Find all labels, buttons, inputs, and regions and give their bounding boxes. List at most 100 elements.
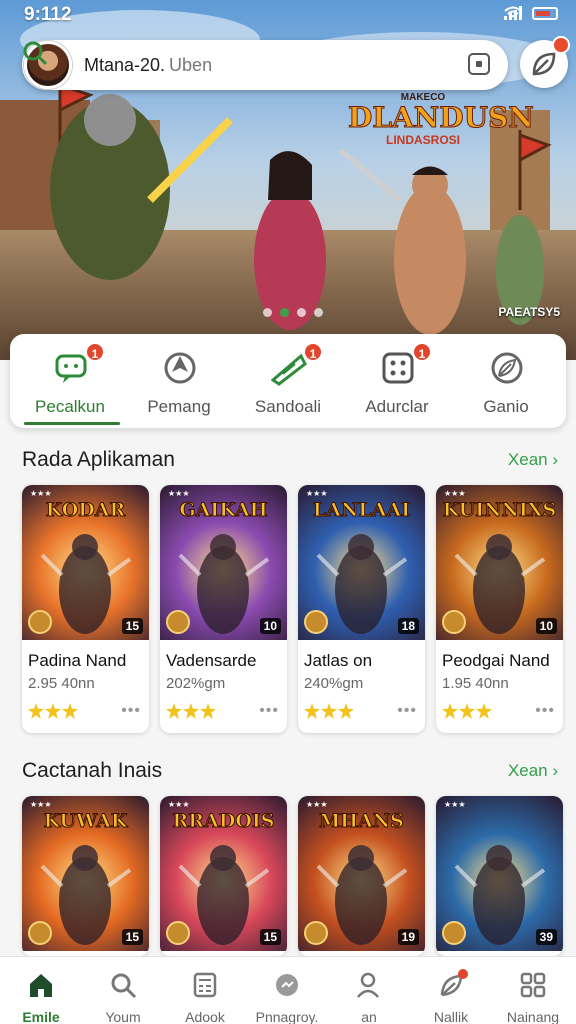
app-card[interactable]: ★★★ 39 bbox=[436, 796, 563, 956]
coin-icon bbox=[28, 610, 52, 634]
star-icon bbox=[304, 703, 320, 719]
search-field[interactable]: Mtana-20. Uben bbox=[84, 55, 212, 76]
coin-icon bbox=[304, 610, 328, 634]
dice-icon bbox=[380, 350, 416, 386]
tab-adurclar[interactable]: 1 Adurclar bbox=[342, 334, 452, 428]
age-rating: 10 bbox=[259, 618, 281, 634]
coin-icon bbox=[442, 610, 466, 634]
star-icon bbox=[442, 703, 458, 719]
more-label: Xean bbox=[507, 761, 548, 780]
nav-item-adook[interactable]: Adook bbox=[164, 957, 246, 1024]
app-thumbnail: ★★★ RRADOIS 15 bbox=[160, 796, 287, 951]
nav-label: Emile bbox=[22, 1009, 60, 1024]
thumbnail-publisher-mark: ★★★ bbox=[306, 489, 328, 498]
app-name: Padina Nand bbox=[28, 651, 127, 670]
star-icon bbox=[183, 703, 199, 719]
compass-icon bbox=[162, 350, 198, 386]
tab-label: Pemang bbox=[147, 397, 211, 416]
app-thumbnail: ★★★ GAIKAH 10 bbox=[160, 485, 287, 640]
app-size: 2.95 40nn bbox=[28, 675, 95, 692]
app-card[interactable]: ★★★ LANLAAI 18 Jatlas on 240%gm ••• bbox=[298, 485, 425, 733]
tab-label: Pecalkun bbox=[35, 397, 105, 416]
carousel-dot[interactable] bbox=[263, 308, 272, 317]
tab-pemang[interactable]: Pemang bbox=[124, 334, 234, 428]
thumbnail-title: RRADOIS bbox=[172, 810, 275, 833]
carousel-dot[interactable] bbox=[280, 308, 289, 317]
search-bar[interactable]: Mtana-20. Uben bbox=[22, 40, 508, 90]
thumbnail-title: KUWAK bbox=[43, 810, 128, 833]
nav-item-youm[interactable]: Youm bbox=[82, 957, 164, 1024]
app-thumbnail: ★★★ KUWAK 15 bbox=[22, 796, 149, 951]
section-more-link-recommended[interactable]: Xean › bbox=[508, 450, 558, 470]
app-name: Vadensarde bbox=[166, 651, 257, 670]
star-icon bbox=[476, 703, 492, 719]
app-card[interactable]: ★★★ RRADOIS 15 bbox=[160, 796, 287, 956]
nav-label: an bbox=[361, 1009, 377, 1024]
app-size: 240%gm bbox=[304, 675, 364, 692]
nav-item-an[interactable]: an bbox=[328, 957, 410, 1024]
rating-stars bbox=[442, 703, 492, 719]
section-title-category: Cactanah Inais bbox=[22, 759, 163, 782]
app-card[interactable]: ★★★ KUWAK 15 bbox=[22, 796, 149, 956]
app-thumbnail: ★★★ 39 bbox=[436, 796, 563, 951]
app-thumbnail: ★★★ KUINNIXS 10 bbox=[436, 485, 563, 640]
chat-bubble-icon bbox=[53, 350, 89, 386]
more-label: Xean bbox=[507, 450, 548, 469]
coin-icon bbox=[166, 921, 190, 945]
nav-item-pnnagroy[interactable]: Pnnagroy. bbox=[246, 957, 328, 1024]
age-rating: 19 bbox=[397, 929, 419, 945]
thumbnail-title: GAIKAH bbox=[179, 499, 268, 522]
carousel-dot[interactable] bbox=[314, 308, 323, 317]
nav-item-nainang[interactable]: Nainang bbox=[492, 957, 574, 1024]
rating-stars bbox=[166, 703, 216, 719]
tab-label: Sandoali bbox=[254, 397, 322, 416]
more-options-icon[interactable]: ••• bbox=[535, 703, 555, 719]
section-title-recommended: Rada Aplikaman bbox=[22, 448, 175, 471]
thumbnail-publisher-mark: ★★★ bbox=[444, 489, 466, 498]
status-time: 9:112 bbox=[24, 4, 72, 25]
tab-ganio[interactable]: Ganio bbox=[451, 334, 561, 428]
section-more-link-category[interactable]: Xean › bbox=[508, 761, 558, 781]
tab-label: Ganio bbox=[483, 397, 529, 416]
app-card[interactable]: ★★★ KUINNIXS 10 Peodgai Nand 1.95 40nn ••• bbox=[436, 485, 563, 733]
tab-sandoali[interactable]: 1 Sandoali bbox=[233, 334, 343, 428]
nav-item-nallik[interactable]: Nallik bbox=[410, 957, 492, 1024]
hero-logo-sub: LINDASROSI bbox=[385, 133, 460, 147]
age-rating: 10 bbox=[535, 618, 557, 634]
thumbnail-title: KODAR bbox=[45, 499, 126, 522]
tab-badge: 1 bbox=[412, 342, 432, 362]
thumbnail-publisher-mark: ★★★ bbox=[168, 489, 190, 498]
wifi-icon bbox=[504, 6, 522, 18]
more-options-icon[interactable]: ••• bbox=[259, 703, 279, 719]
thumbnail-publisher-mark: ★★★ bbox=[444, 800, 466, 809]
leaf-icon bbox=[489, 350, 525, 386]
carousel-dot[interactable] bbox=[297, 308, 306, 317]
hero-banner[interactable]: 9:112 Mtana-20. Uben MAKECO DLANDUSN LIND… bbox=[0, 0, 576, 360]
notification-dot bbox=[458, 969, 468, 979]
scan-icon[interactable] bbox=[468, 53, 490, 75]
status-icons bbox=[504, 6, 558, 20]
grid-icon bbox=[519, 971, 547, 999]
nav-label: Youm bbox=[105, 1009, 141, 1024]
app-card-row: ★★★ KUWAK 15 ★★★ RRADOIS 15 ★★★ MHANS 19 ★★★ 39 bbox=[22, 796, 563, 956]
age-rating: 15 bbox=[121, 929, 143, 945]
battery-icon bbox=[532, 6, 558, 20]
star-icon bbox=[200, 703, 216, 719]
tab-label: Adurclar bbox=[365, 397, 429, 416]
calculator-icon bbox=[191, 971, 219, 999]
nav-item-emile[interactable]: Emile bbox=[0, 957, 82, 1024]
search-icon[interactable] bbox=[22, 40, 48, 66]
more-options-icon[interactable]: ••• bbox=[121, 703, 141, 719]
app-card[interactable]: ★★★ KODAR 15 Padina Nand 2.95 40nn ••• bbox=[22, 485, 149, 733]
tab-pecalkun[interactable]: 1 Pecalkun bbox=[15, 334, 125, 428]
app-size: 1.95 40nn bbox=[442, 675, 509, 692]
carousel-dots[interactable] bbox=[263, 308, 323, 317]
more-options-icon[interactable]: ••• bbox=[397, 703, 417, 719]
app-card[interactable]: ★★★ GAIKAH 10 Vadensarde 202%gm ••• bbox=[160, 485, 287, 733]
coin-icon bbox=[28, 921, 52, 945]
star-icon bbox=[62, 703, 78, 719]
coin-icon bbox=[304, 921, 328, 945]
app-card[interactable]: ★★★ MHANS 19 bbox=[298, 796, 425, 956]
age-rating: 18 bbox=[397, 618, 419, 634]
app-card-row: ★★★ KODAR 15 Padina Nand 2.95 40nn ••• ★★★ GAIK… bbox=[22, 485, 563, 733]
